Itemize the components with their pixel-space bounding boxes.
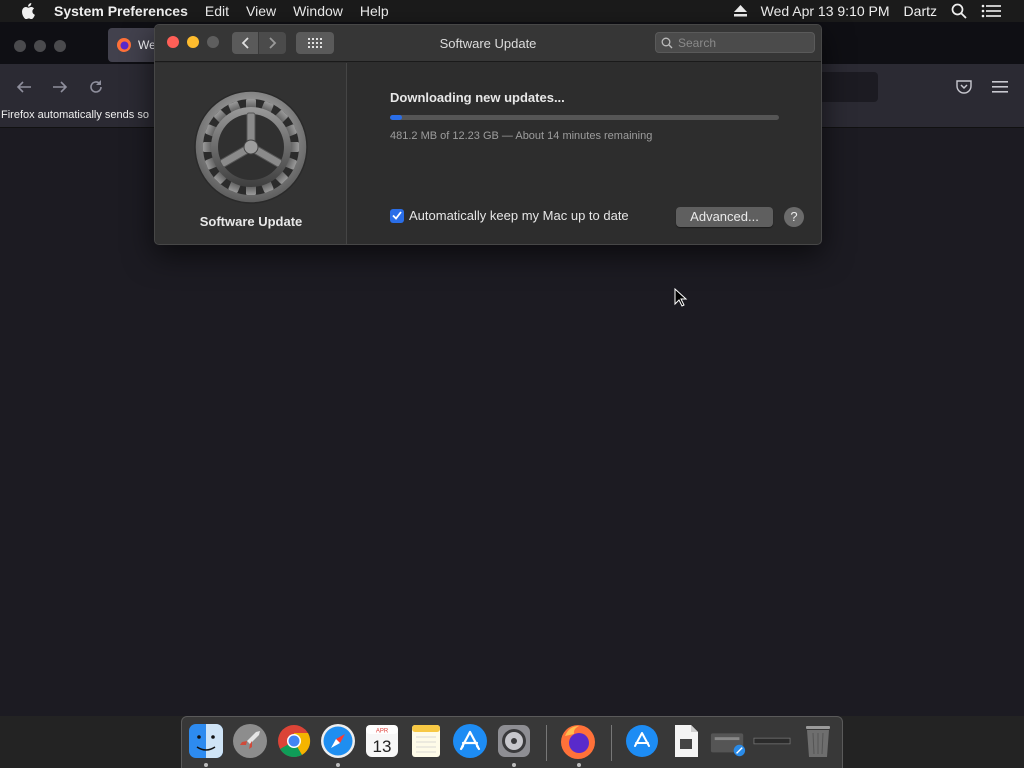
search-icon <box>661 37 673 48</box>
menu-bar: System Preferences Edit View Window Help… <box>0 0 1024 22</box>
launchpad-rocket-icon <box>233 724 267 758</box>
dock-safari[interactable] <box>319 722 357 760</box>
document-icon <box>675 725 698 757</box>
menubar-clock[interactable]: Wed Apr 13 9:10 PM <box>761 3 890 19</box>
auto-update-checkbox[interactable] <box>390 208 404 223</box>
mouse-cursor-icon <box>674 288 688 307</box>
finder-icon <box>189 724 223 758</box>
menu-edit[interactable]: Edit <box>205 3 229 19</box>
apple-menu-icon[interactable] <box>21 3 35 19</box>
auto-update-row: Automatically keep my Mac up to date <box>390 208 629 223</box>
sidebar-label: Software Update <box>199 214 303 229</box>
notification-center-icon[interactable] <box>981 4 1001 18</box>
dock-downloads-stack[interactable] <box>709 722 747 760</box>
grid-icon <box>308 38 322 48</box>
forward-arrow-icon[interactable] <box>51 78 69 96</box>
dock-finder[interactable] <box>187 722 225 760</box>
forward-button[interactable] <box>259 32 286 54</box>
software-update-window: Software Update Search Software Update D… <box>154 24 822 245</box>
zoom-button[interactable] <box>207 36 219 48</box>
dock-document[interactable] <box>667 722 705 760</box>
chevron-right-icon <box>269 37 277 49</box>
downloads-stack-icon <box>710 733 746 757</box>
safari-compass-icon <box>321 724 355 758</box>
app-store-icon <box>453 724 487 758</box>
eject-icon[interactable] <box>733 5 747 17</box>
chevron-left-icon <box>241 37 249 49</box>
pocket-icon[interactable] <box>955 79 973 95</box>
download-status-title: Downloading new updates... <box>390 90 565 105</box>
firefox-icon <box>561 725 595 759</box>
advanced-button[interactable]: Advanced... <box>676 207 773 227</box>
firefox-close-button[interactable] <box>14 40 26 52</box>
search-input[interactable] <box>678 35 808 50</box>
search-field[interactable] <box>655 32 815 53</box>
dock: APR 13 <box>181 716 843 768</box>
show-all-button[interactable] <box>296 32 334 54</box>
notes-icon <box>412 725 440 757</box>
hamburger-menu-icon[interactable] <box>992 80 1008 94</box>
minimize-button[interactable] <box>187 36 199 48</box>
close-button[interactable] <box>167 36 179 48</box>
menubar-user[interactable]: Dartz <box>904 3 937 19</box>
download-progress-bar <box>390 115 779 120</box>
window-titlebar: Software Update <box>155 25 821 62</box>
back-arrow-icon[interactable] <box>15 78 33 96</box>
sidebar: Software Update <box>155 63 347 244</box>
dock-firefox[interactable] <box>559 722 597 760</box>
dock-calendar[interactable]: APR 13 <box>363 722 401 760</box>
spotlight-search-icon[interactable] <box>951 3 967 19</box>
app-store-stack-icon <box>626 725 658 757</box>
system-preferences-running-indicator <box>512 763 516 767</box>
dock-separator <box>546 725 547 761</box>
finder-running-indicator <box>204 763 208 767</box>
screen-thumbnail-icon <box>753 737 791 745</box>
menu-window[interactable]: Window <box>293 3 343 19</box>
menu-view[interactable]: View <box>246 3 276 19</box>
firefox-window-controls <box>14 40 74 52</box>
menu-app-name[interactable]: System Preferences <box>54 3 188 19</box>
calendar-month: APR <box>376 729 389 735</box>
dock-app-store[interactable] <box>451 722 489 760</box>
dock-notes[interactable] <box>407 722 445 760</box>
reload-icon[interactable] <box>87 78 105 96</box>
download-progress-text: 481.2 MB of 12.23 GB — About 14 minutes … <box>390 130 653 142</box>
dock-trash[interactable] <box>799 722 837 760</box>
navigation-buttons <box>232 32 286 54</box>
auto-update-label[interactable]: Automatically keep my Mac up to date <box>409 208 629 223</box>
software-update-gear-icon <box>194 90 308 204</box>
safari-running-indicator <box>336 763 340 767</box>
calendar-day: 13 <box>373 737 392 756</box>
system-preferences-gear-icon <box>498 725 530 757</box>
update-panel: Downloading new updates... 481.2 MB of 1… <box>348 63 821 244</box>
chrome-icon <box>278 725 311 758</box>
dock-applications-stack[interactable] <box>623 722 661 760</box>
download-progress-fill <box>390 115 402 120</box>
dock-system-preferences[interactable] <box>495 722 533 760</box>
checkmark-icon <box>392 211 402 220</box>
dock-launchpad[interactable] <box>231 722 269 760</box>
firefox-icon <box>117 38 131 52</box>
dock-chrome[interactable] <box>275 722 313 760</box>
trash-icon <box>806 726 830 757</box>
firefox-running-indicator <box>577 763 581 767</box>
calendar-icon: APR 13 <box>366 725 398 757</box>
back-button[interactable] <box>232 32 259 54</box>
firefox-zoom-button[interactable] <box>54 40 66 52</box>
help-button[interactable]: ? <box>784 207 804 227</box>
firefox-minimize-button[interactable] <box>34 40 46 52</box>
dock-separator <box>611 725 612 761</box>
menu-help[interactable]: Help <box>360 3 389 19</box>
dock-screenshot-stack[interactable] <box>753 722 791 760</box>
